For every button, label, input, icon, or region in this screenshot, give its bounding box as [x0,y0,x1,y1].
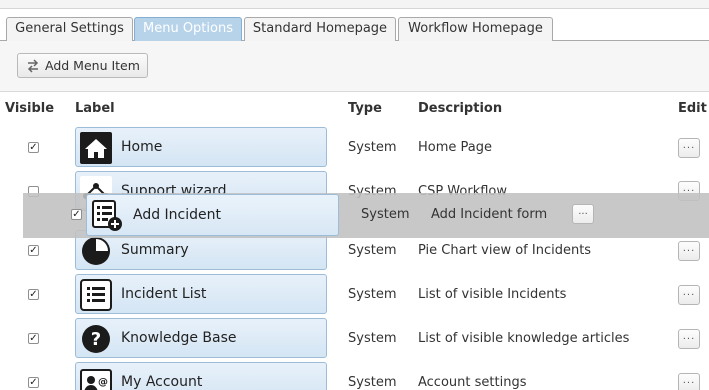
table-row: ✓ Incident List System List of visible I… [0,273,709,317]
menu-item-pill[interactable]: Home [75,127,327,167]
svg-text:@: @ [98,377,108,388]
visible-checkbox[interactable]: ✓ [28,377,39,388]
column-header-edit: Edit [678,101,707,116]
tab-bar: General Settings Menu Options Standard H… [0,9,709,42]
toolbar: Add Menu Item [0,41,709,92]
column-header-description: Description [418,101,503,116]
tab-general-settings[interactable]: General Settings [6,17,133,41]
edit-button[interactable]: ... [678,138,700,158]
column-header-type: Type [348,101,382,116]
type-cell: System [348,375,397,390]
description-cell: Account settings [418,375,527,390]
visible-checkbox[interactable]: ✓ [28,289,39,300]
visible-checkbox[interactable]: ✓ [28,333,39,344]
top-strip [0,0,709,9]
type-cell: System [348,243,397,258]
menu-item-label: Incident List [121,286,207,302]
add-menu-item-button[interactable]: Add Menu Item [17,53,148,78]
dragging-menu-item-label: Add Incident [133,207,222,223]
type-cell: System [348,140,397,155]
pie-chart-icon [82,237,110,265]
table-row: ✓ @ My Account System Account settings .… [0,361,709,390]
menu-item-pill[interactable]: @ My Account [75,362,327,390]
dragging-menu-item-pill[interactable]: Add Incident [86,194,339,236]
edit-button[interactable]: ... [678,373,700,390]
menu-item-label: My Account [121,374,203,390]
edit-button[interactable]: ... [678,329,700,349]
menu-item-label: Home [121,139,163,155]
menu-item-label: Summary [121,242,189,258]
dragging-type-cell: System [361,207,410,222]
swap-arrows-icon [27,59,39,73]
menu-item-pill[interactable]: Incident List [75,274,327,314]
tab-standard-homepage[interactable]: Standard Homepage [244,17,396,41]
type-cell: System [348,331,397,346]
dragging-edit-button[interactable]: ... [572,204,594,224]
edit-button[interactable]: ... [678,285,700,305]
menu-item-label: Knowledge Base [121,330,237,346]
add-incident-icon [92,200,122,231]
description-cell: Home Page [418,140,492,155]
table-row: ✓ Home System Home Page ... [0,126,709,170]
type-cell: System [348,287,397,302]
dragging-description-cell: Add Incident form [431,207,548,222]
visible-checkbox[interactable]: ✓ [71,209,82,220]
column-header-visible: Visible [5,101,55,116]
home-icon [80,132,112,164]
tab-menu-options[interactable]: Menu Options [134,17,242,42]
svg-text:?: ? [91,329,101,350]
column-header-label: Label [75,101,115,116]
account-icon: @ [80,369,112,390]
description-cell: List of visible knowledge articles [418,331,630,346]
question-icon: ? [82,325,110,353]
edit-button[interactable]: ... [678,241,700,261]
menu-item-pill[interactable]: ? Knowledge Base [75,318,327,358]
visible-checkbox[interactable]: ✓ [28,245,39,256]
description-cell: Pie Chart view of Incidents [418,243,592,258]
list-icon [80,279,112,311]
table-row: ✓ ? Knowledge Base System List of visibl… [0,317,709,361]
visible-checkbox[interactable]: ✓ [28,142,39,153]
tab-workflow-homepage[interactable]: Workflow Homepage [398,17,553,41]
description-cell: List of visible Incidents [418,287,567,302]
add-menu-item-label: Add Menu Item [45,58,140,73]
